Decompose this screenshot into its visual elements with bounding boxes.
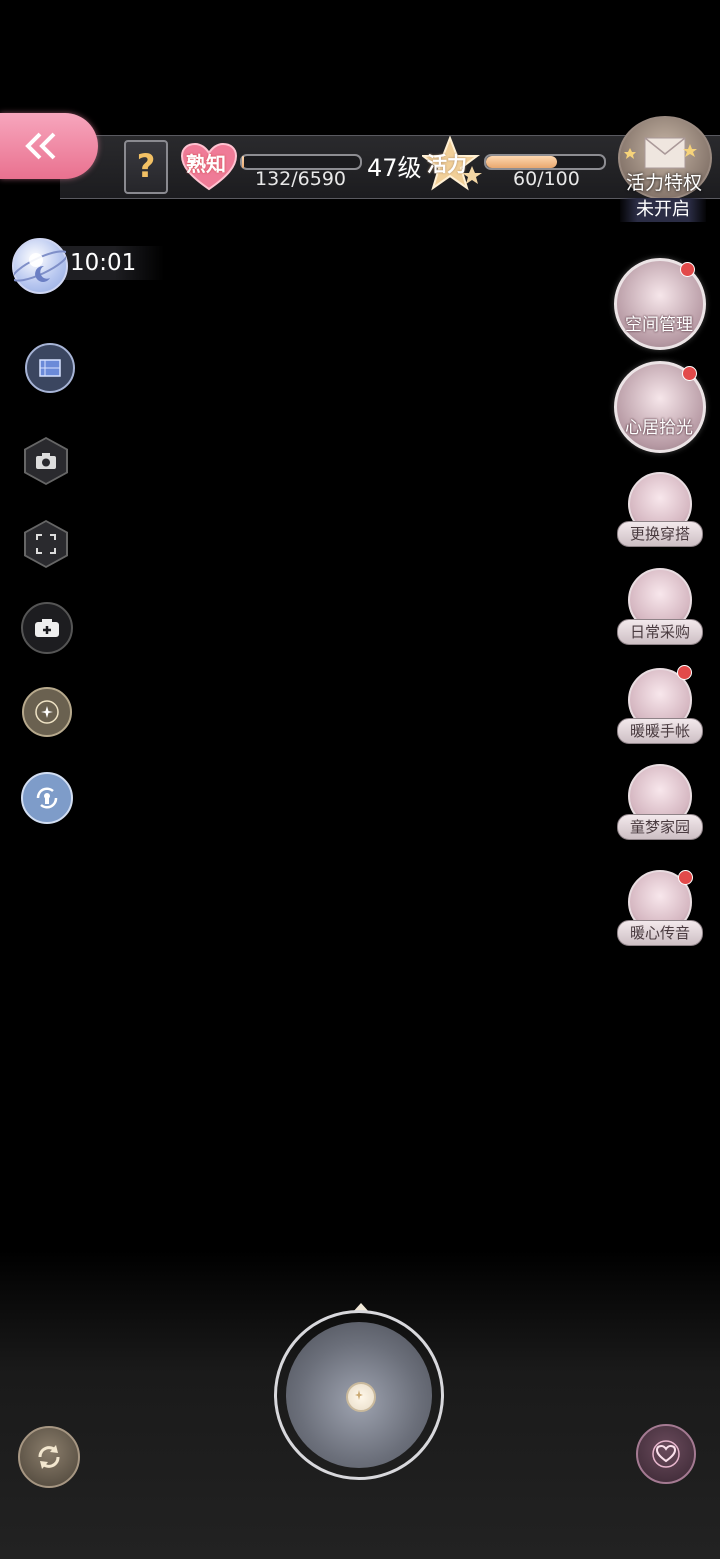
dream-home-label: 童梦家园 (617, 814, 703, 840)
rotate-view-button[interactable] (18, 1426, 80, 1488)
vip-label: 活力特权 (626, 172, 703, 194)
camera-lock-button[interactable] (21, 772, 73, 824)
compass-button[interactable] (22, 687, 72, 737)
day-night-icon (11, 238, 69, 294)
familiarity-bar-fill (242, 156, 245, 168)
rotate-icon (38, 1445, 60, 1469)
help-book-button[interactable]: ? (124, 140, 168, 194)
refresh-lock-icon (36, 787, 58, 809)
interaction-heart-button[interactable] (636, 1424, 696, 1484)
space-management-label: 空间管理 (625, 315, 693, 335)
warm-message-label: 暖心传音 (617, 920, 703, 946)
notification-dot (680, 262, 695, 277)
familiarity-label: 熟知 (186, 152, 226, 176)
home-memories-label: 心居拾光 (625, 418, 693, 438)
double-chevron-left-icon (25, 132, 56, 160)
daily-shopping-label: 日常采购 (617, 619, 703, 645)
heart-network-icon (652, 1440, 680, 1468)
fullscreen-icon (36, 534, 56, 554)
vitality-bar-fill (486, 156, 557, 168)
change-outfit-label: 更换穿搭 (617, 521, 703, 547)
vitality-progress: 60/100 (513, 168, 580, 190)
vitality-label: 活力 (427, 152, 467, 176)
blueprint-icon (39, 359, 61, 377)
notification-dot (682, 366, 697, 381)
clock-time: 10:01 (70, 250, 137, 276)
notification-dot (677, 665, 692, 680)
joystick-knob[interactable] (346, 1382, 376, 1412)
nikki-journal-label: 暖暖手帐 (617, 718, 703, 744)
vip-status: 未开启 (620, 198, 706, 222)
level-text: 47级 (367, 154, 422, 182)
sparkle-icon (355, 1390, 363, 1400)
add-photo-button[interactable] (21, 602, 73, 654)
camera-icon (36, 453, 56, 469)
moon-icon (11, 250, 69, 282)
add-photo-icon (35, 619, 59, 637)
familiarity-progress: 132/6590 (255, 168, 347, 190)
compass-icon (35, 700, 59, 724)
blueprint-button[interactable] (25, 343, 75, 393)
back-button[interactable] (0, 113, 98, 179)
notification-dot (678, 870, 693, 885)
